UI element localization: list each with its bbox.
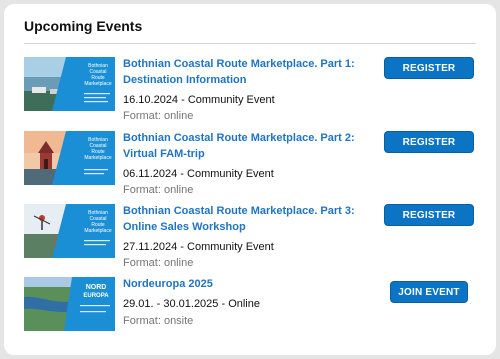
upcoming-events-panel: Upcoming Events Bothnian Coastal Route M…: [4, 4, 496, 355]
event-title-link[interactable]: Bothnian Coastal Route Marketplace. Part…: [123, 203, 363, 235]
event-title-line: Bothnian Coastal Route Marketplace. Part…: [123, 132, 355, 144]
event-title-line: Nordeuropa 2025: [123, 278, 213, 290]
thumb-text: NORD: [86, 284, 107, 291]
event-format: Format: onsite: [123, 315, 194, 327]
event-title-link[interactable]: Bothnian Coastal Route Marketplace. Part…: [123, 130, 363, 162]
register-button[interactable]: REGISTER: [384, 204, 474, 226]
thumb-text: Marketplace: [84, 155, 111, 161]
event-item: Bothnian Coastal Route Marketplace Bothn…: [4, 203, 496, 269]
panel-title: Upcoming Events: [24, 18, 143, 34]
event-thumbnail[interactable]: Bothnian Coastal Route Marketplace: [24, 131, 115, 185]
event-format: Format: online: [123, 110, 194, 122]
event-item: Bothnian Coastal Route Marketplace Bothn…: [4, 130, 496, 196]
join-event-button[interactable]: JOIN EVENT: [390, 281, 468, 303]
register-button[interactable]: REGISTER: [384, 131, 474, 153]
event-date-type: 27.11.2024 - Community Event: [123, 241, 274, 253]
event-thumbnail[interactable]: NORD EUROPA: [24, 277, 115, 331]
event-date-type: 06.11.2024 - Community Event: [123, 168, 274, 180]
event-thumbnail[interactable]: Bothnian Coastal Route Marketplace: [24, 204, 115, 258]
event-thumbnail[interactable]: Bothnian Coastal Route Marketplace: [24, 57, 115, 111]
event-format: Format: online: [123, 184, 194, 196]
event-item: Bothnian Coastal Route Marketplace Bothn…: [4, 56, 496, 122]
event-title-line: Virtual FAM-trip: [123, 148, 205, 160]
event-title-line: Destination Information: [123, 74, 247, 86]
event-title-line: Bothnian Coastal Route Marketplace. Part…: [123, 58, 355, 70]
event-item: NORD EUROPA Nordeuropa 2025 29.01. - 30.…: [4, 277, 496, 337]
register-button[interactable]: REGISTER: [384, 57, 474, 79]
thumb-text: EUROPA: [83, 293, 109, 299]
event-title-line: Bothnian Coastal Route Marketplace. Part…: [123, 205, 355, 217]
thumb-text: Marketplace: [84, 228, 111, 234]
event-format: Format: online: [123, 257, 194, 269]
event-title-link[interactable]: Nordeuropa 2025: [123, 276, 363, 292]
divider: [24, 43, 476, 44]
event-date-type: 29.01. - 30.01.2025 - Online: [123, 298, 260, 310]
event-title-link[interactable]: Bothnian Coastal Route Marketplace. Part…: [123, 56, 363, 88]
event-title-line: Online Sales Workshop: [123, 221, 246, 233]
thumb-text: Marketplace: [84, 81, 111, 87]
event-date-type: 16.10.2024 - Community Event: [123, 94, 275, 106]
